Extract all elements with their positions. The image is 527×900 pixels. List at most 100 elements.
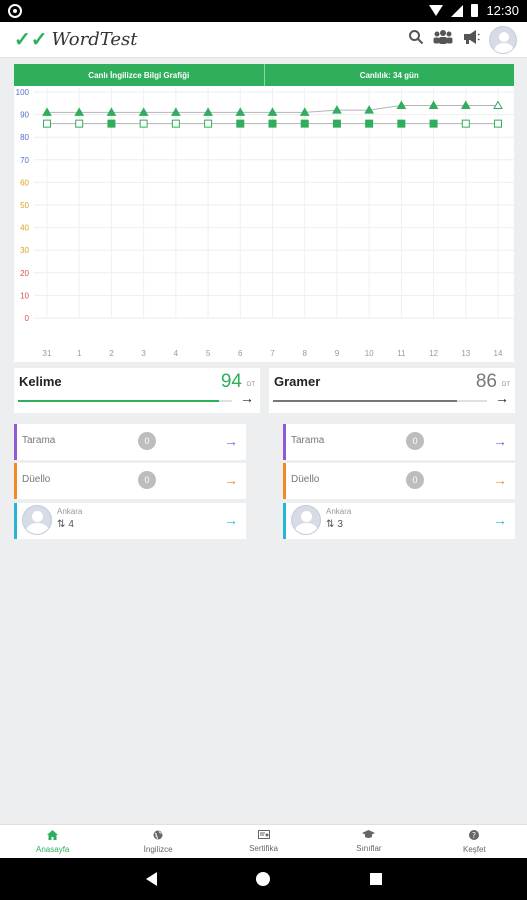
megaphone-icon[interactable]	[462, 25, 480, 55]
stat-card-gramer[interactable]: Gramer 86 DT →	[269, 368, 515, 413]
x-tick-label: 5	[206, 349, 211, 358]
chart-title: Canlı İngilizce Bilgi Grafiği	[14, 64, 265, 86]
battery-icon	[471, 4, 479, 17]
data-point-triangle	[396, 100, 407, 110]
nav-label: İngilizce	[143, 844, 173, 854]
x-tick-label: 4	[174, 349, 179, 358]
stat-unit: DT	[247, 382, 255, 388]
y-tick-label: 100	[16, 88, 30, 97]
arrow-right-icon[interactable]: →	[224, 472, 238, 488]
rank-item-right[interactable]: Ankara ⇅ 3 →	[283, 503, 515, 539]
checkmark-icon: ✓✓	[14, 28, 48, 51]
data-point-square	[494, 119, 502, 128]
bottom-navigation: Anasayfa İngilizce Sertifika Sınıflar ? …	[0, 824, 527, 858]
app-bar: ✓✓ WordTest	[0, 22, 527, 58]
x-tick-label: 31	[43, 349, 52, 358]
rank-value: 4	[68, 519, 74, 530]
data-point-square	[365, 119, 374, 128]
nav-label: Sertifika	[249, 844, 278, 853]
arrow-right-icon[interactable]: →	[493, 512, 507, 528]
knowledge-chart-card: Canlı İngilizce Bilgi Grafiği Canlılık: …	[14, 64, 514, 362]
tarama-item-right[interactable]: Tarama 0 →	[283, 424, 515, 460]
rank-city: Ankara	[57, 507, 83, 516]
x-tick-label: 13	[461, 349, 470, 358]
knowledge-line-chart: 010203040506070809010031 1 2 3 4 5 6 7 8 9 10 11 12 1…	[16, 88, 514, 358]
nav-sertifika[interactable]: Sertifika	[211, 825, 316, 858]
x-tick-label: 14	[494, 349, 503, 358]
data-point-triangle	[42, 107, 52, 116]
stat-value: 94	[220, 371, 242, 392]
duello-item-left[interactable]: Düello 0 →	[14, 463, 246, 499]
nav-kesfet[interactable]: ? Keşfet	[422, 825, 527, 858]
home-icon	[47, 829, 59, 844]
x-tick-label: 7	[270, 349, 275, 358]
y-tick-label: 60	[20, 178, 29, 187]
data-point-square	[139, 119, 148, 128]
arrow-right-icon[interactable]: →	[224, 433, 238, 449]
data-point-square	[204, 119, 213, 128]
data-point-triangle	[203, 107, 213, 116]
x-tick-label: 2	[109, 349, 114, 358]
stat-card-kelime[interactable]: Kelime 94 DT →	[14, 368, 260, 413]
app-title: WordTest	[51, 29, 138, 50]
home-button-icon[interactable]	[256, 872, 270, 886]
nav-ingilizce[interactable]: İngilizce	[105, 825, 210, 858]
nav-label: Anasayfa	[36, 844, 70, 854]
data-point-square	[107, 119, 116, 128]
item-label: Tarama	[22, 435, 56, 446]
data-point-triangle	[106, 107, 117, 116]
x-tick-label: 3	[141, 349, 146, 358]
rank-item-left[interactable]: Ankara ⇅ 4 →	[14, 503, 246, 539]
progress-bar	[273, 400, 487, 402]
globe-icon	[153, 830, 163, 844]
data-point-triangle	[138, 107, 149, 116]
item-label: Düello	[22, 474, 51, 485]
rank-icon: ⇅	[57, 519, 66, 530]
app-logo[interactable]: ✓✓ WordTest	[14, 29, 138, 50]
help-icon: ?	[469, 829, 480, 844]
data-point-square	[75, 119, 84, 128]
arrow-right-icon[interactable]: →	[493, 433, 507, 449]
x-tick-label: 10	[365, 349, 374, 358]
nav-anasayfa[interactable]: Anasayfa	[0, 825, 105, 858]
data-point-square	[268, 119, 277, 128]
y-tick-label: 10	[20, 291, 29, 300]
x-tick-label: 12	[429, 349, 438, 358]
rank-icon: ⇅	[326, 519, 335, 530]
recents-icon[interactable]	[370, 873, 382, 885]
back-icon[interactable]	[146, 872, 157, 886]
count-badge: 0	[138, 471, 156, 489]
data-point-square	[300, 119, 309, 128]
data-point-triangle	[235, 107, 246, 116]
item-label: Düello	[291, 474, 320, 485]
arrow-right-icon[interactable]: →	[493, 472, 507, 488]
x-tick-label: 1	[77, 349, 82, 358]
x-tick-label: 8	[302, 349, 307, 358]
y-tick-label: 30	[20, 246, 29, 255]
rank-value: 3	[337, 519, 343, 530]
arrow-right-icon[interactable]: →	[240, 390, 254, 406]
nav-label: Keşfet	[462, 844, 486, 854]
users-icon[interactable]	[433, 25, 453, 55]
duello-item-right[interactable]: Düello 0 →	[283, 463, 515, 499]
signal-icon	[451, 4, 464, 17]
nav-siniflar[interactable]: Sınıflar	[316, 825, 421, 858]
profile-avatar[interactable]	[489, 26, 517, 54]
arrow-right-icon[interactable]: →	[495, 390, 509, 406]
tarama-item-left[interactable]: Tarama 0 →	[14, 424, 246, 460]
rank-city: Ankara	[326, 507, 352, 516]
y-tick-label: 80	[20, 133, 29, 142]
data-point-square	[461, 119, 470, 128]
avatar	[291, 505, 321, 535]
progress-bar	[18, 400, 232, 402]
arrow-right-icon[interactable]: →	[224, 512, 238, 528]
y-tick-label: 0	[25, 314, 30, 323]
data-point-square	[397, 119, 406, 128]
data-point-square	[236, 119, 245, 128]
system-navigation-bar	[0, 858, 527, 900]
nav-label: Sınıflar	[356, 844, 382, 853]
search-icon[interactable]	[408, 25, 424, 55]
progress-bar-fill	[18, 400, 220, 402]
data-point-triangle	[170, 107, 181, 116]
stat-value: 86	[475, 371, 497, 392]
